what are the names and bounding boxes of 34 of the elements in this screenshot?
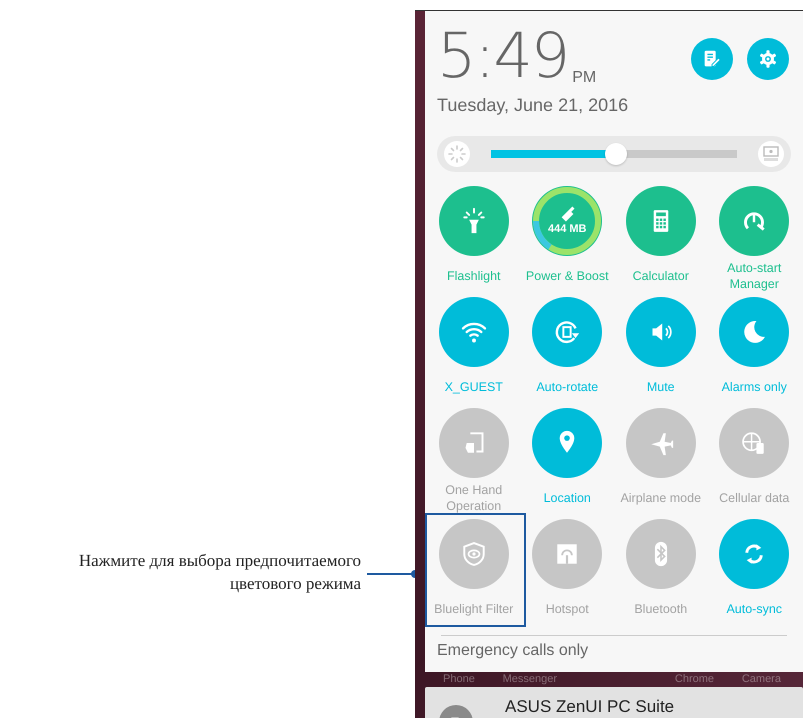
toggle-label: Power & Boost (524, 268, 610, 285)
settings-icon (757, 48, 779, 70)
toggle-label: Auto-sync (725, 601, 784, 618)
toggle-label: Flashlight (446, 268, 502, 285)
toggle-label: Bluetooth (633, 601, 688, 618)
dock-label: Messenger (502, 673, 558, 687)
clock-ampm: PM (572, 69, 596, 87)
clock-time: 5:49 (437, 23, 568, 89)
dock-label: Phone (443, 673, 475, 687)
ring-icon (532, 186, 602, 256)
status-text: Emergency calls only (437, 642, 590, 660)
toggle-label: Bluelight Filter (433, 601, 514, 618)
auto-brightness-icon[interactable] (757, 140, 785, 168)
settings-button[interactable] (747, 38, 789, 80)
toggle-label: Calculator (632, 268, 690, 285)
toggle-label: Auto-rotate (535, 379, 600, 396)
toggle-label: Airplane mode (619, 490, 702, 507)
notification-card[interactable]: ASUS ZenUI PC Suite (425, 687, 803, 718)
notification-title: ASUS ZenUI PC Suite (505, 697, 674, 717)
toggle-label: X_GUEST (444, 379, 504, 396)
dock-label: Chrome (674, 673, 714, 687)
toggle-label: Hotspot (544, 601, 590, 618)
toggle-label: Location (542, 490, 592, 507)
toggle-label: Auto-start Manager (726, 260, 782, 292)
brightness-icon (443, 140, 471, 168)
toggle-label: Alarms only (720, 379, 788, 396)
toggle-label: Mute (646, 379, 676, 396)
date-text: Tuesday, June 21, 2016 (437, 95, 628, 116)
dock-label: Camera (742, 673, 781, 687)
memory-text: 444 MB (548, 223, 587, 235)
callout-text: Нажмите для выбора предпочитаемого цветового режима (78, 550, 361, 595)
edit-button[interactable] (691, 38, 733, 80)
toggle-label: One Hand Operation (444, 482, 504, 514)
toggle-label: Cellular data (718, 490, 790, 507)
